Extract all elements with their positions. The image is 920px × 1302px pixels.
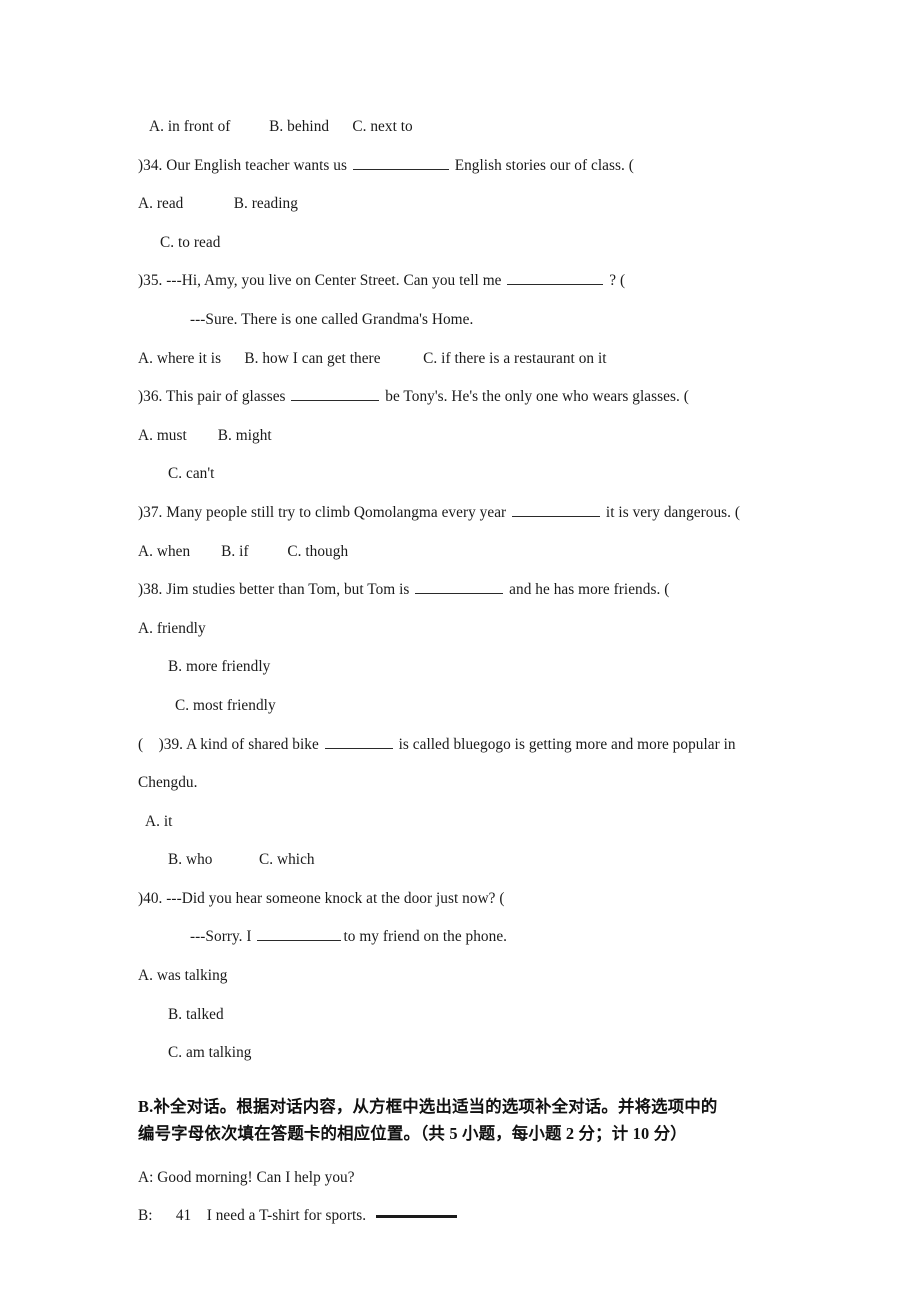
q35-stem-post: ? (: [605, 272, 626, 290]
dialogue-speaker-b-label: B:: [138, 1207, 153, 1225]
q38-stem-post: and he has more friends. (: [505, 581, 670, 599]
q39-stem-post: is called bluegogo is getting more and m…: [394, 735, 736, 753]
q35-stem-line: )35. ---Hi, Amy, you live on Center Stre…: [138, 262, 783, 301]
q33-options-line: A. in front of B. behind C. next to: [149, 118, 413, 135]
q39-stem-cont-line: Chengdu.: [138, 774, 198, 792]
q38-stem-line: )38. Jim studies better than Tom, but To…: [138, 571, 783, 610]
q36-stem-line: )36. This pair of glasses be Tony's. He'…: [138, 378, 783, 417]
dialogue-speaker-b-line: B: 41 I need a T-shirt for sports.: [138, 1197, 783, 1236]
section-b-instruction-line-1: B.补全对话。根据对话内容，从方框中选出适当的选项补全对话。并将选项中的: [138, 1093, 783, 1121]
q40-options-b-line: B. talked: [168, 1005, 224, 1023]
q40-options-c-line: C. am talking: [168, 1044, 252, 1062]
q37-stem-post: it is very dangerous. (: [602, 503, 741, 521]
q39-options-bc-line: B. who C. which: [168, 851, 315, 869]
q40-stem-line: )40. ---Did you hear someone knock at th…: [138, 889, 505, 907]
q39-options-a-line: A. it: [145, 812, 173, 830]
q38-options-c-line: C. most friendly: [175, 696, 276, 714]
section-b-label: B.: [138, 1096, 154, 1116]
answer-blank: [324, 733, 393, 749]
q35-stem-pre: )35. ---Hi, Amy, you live on Center Stre…: [138, 272, 506, 290]
section-b-instruction: B.补全对话。根据对话内容，从方框中选出适当的选项补全对话。并将选项中的 编号字…: [138, 1093, 783, 1148]
answer-blank: [507, 270, 604, 286]
q35-options-line: A. where it is B. how I can get there C.…: [138, 349, 607, 367]
answer-rule-bar: [376, 1214, 458, 1218]
q40-options-a-line: A. was talking: [138, 967, 228, 985]
q37-stem-line: )37. Many people still try to climb Qomo…: [138, 494, 783, 533]
q34-options-ab-line: A. read B. reading: [138, 195, 298, 213]
answer-blank: [257, 926, 342, 942]
section-b-instruction-text-1: 补全对话。根据对话内容，从方框中选出适当的选项补全对话。并将选项中的: [153, 1096, 718, 1116]
q35-reply-line: ---Sure. There is one called Grandma's H…: [190, 310, 474, 328]
dialogue-spacer-2: [191, 1207, 207, 1224]
q40-reply-pre: ---Sorry. I: [190, 928, 256, 946]
dialogue-spacer-1: [153, 1207, 176, 1224]
section-b-instruction-text-2: 编号字母依次填在答题卡的相应位置。: [138, 1124, 421, 1144]
answer-blank: [512, 502, 601, 517]
answer-blank: [291, 386, 380, 402]
dialogue-speaker-a-line: A: Good morning! Can I help you?: [138, 1168, 355, 1186]
q37-stem-pre: )37. Many people still try to climb Qomo…: [138, 503, 511, 521]
q36-options-c-line: C. can't: [168, 465, 215, 483]
dialogue-speaker-b-text: I need a T-shirt for sports.: [206, 1207, 367, 1225]
q39-stem-line: ( )39. A kind of shared bike is called b…: [138, 726, 783, 765]
exam-page: A. in front of B. behind C. next to )34.…: [0, 0, 920, 1302]
q34-stem-line: )34. Our English teacher wants us Englis…: [138, 147, 783, 186]
q40-reply-line: ---Sorry. I to my friend on the phone.: [138, 918, 783, 957]
q36-options-ab-line: A. must B. might: [138, 426, 272, 444]
q38-options-b-line: B. more friendly: [168, 658, 271, 676]
q37-options-line: A. when B. if C. though: [138, 542, 349, 560]
q39-stem-pre: ( )39. A kind of shared bike: [138, 735, 323, 753]
dialogue-blank-number: 41: [175, 1207, 192, 1225]
q36-stem-pre: )36. This pair of glasses: [138, 388, 290, 406]
q38-options-a-line: A. friendly: [138, 619, 206, 637]
q34-stem-post: English stories our of class. (: [450, 156, 634, 174]
q38-stem-pre: )38. Jim studies better than Tom, but To…: [138, 581, 414, 599]
q34-stem-pre: )34. Our English teacher wants us: [138, 156, 351, 174]
q40-reply-post: to my friend on the phone.: [343, 928, 508, 946]
question-body-column: A. in front of B. behind C. next to )34.…: [138, 108, 783, 1236]
answer-blank: [352, 155, 449, 170]
q34-options-c-line: C. to read: [160, 233, 221, 251]
section-b-scoring: （共 5 小题，每小题 2 分；计 10 分）: [420, 1124, 687, 1144]
section-b-instruction-line-2: 编号字母依次填在答题卡的相应位置。（共 5 小题，每小题 2 分；计 10 分）: [138, 1120, 783, 1148]
q36-stem-post: be Tony's. He's the only one who wears g…: [381, 388, 689, 406]
answer-blank: [415, 579, 504, 595]
